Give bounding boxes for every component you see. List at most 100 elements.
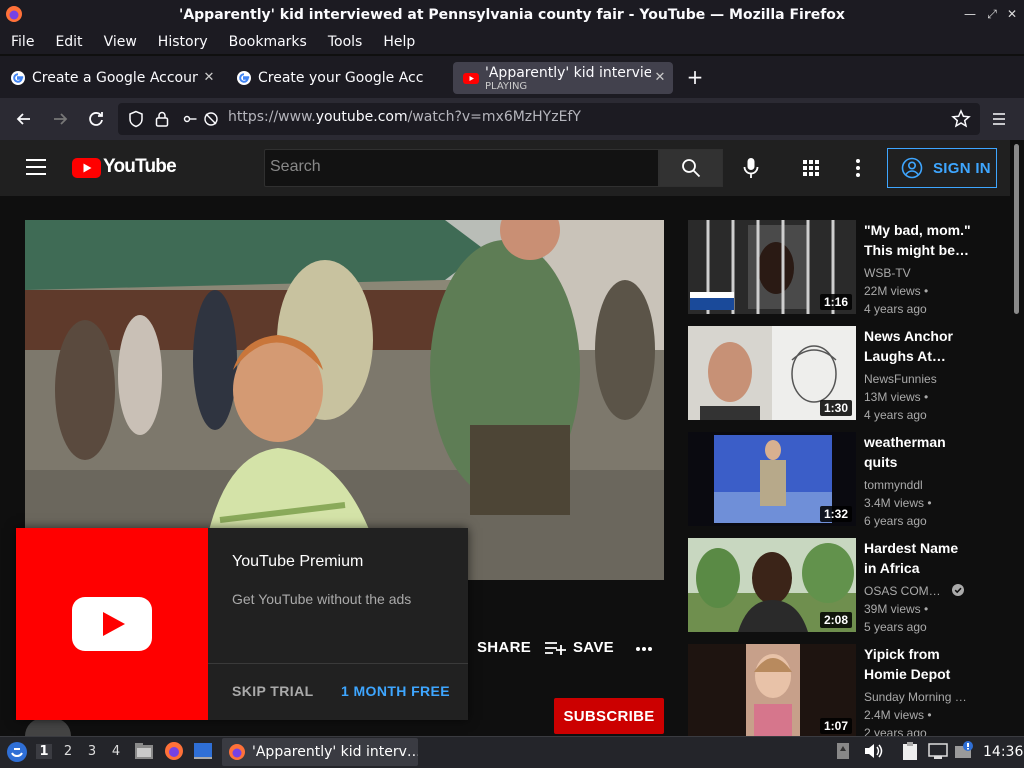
url-prefix: https://www. [228, 109, 316, 125]
close-tab-icon[interactable]: ✕ [653, 70, 667, 85]
video-duration: 1:16 [819, 294, 852, 310]
verified-badge-icon [952, 584, 965, 596]
google-icon [11, 71, 25, 85]
youtube-logo-text[interactable]: YouTube [103, 156, 177, 178]
tab-google-account[interactable]: Create a Google Account ✕ [0, 62, 222, 94]
tab-label: Create your Google Account [258, 70, 424, 86]
menu-tools[interactable]: Tools [323, 34, 373, 50]
tray-scroll-icon[interactable] [836, 742, 850, 760]
video-title[interactable]: weatherman quits [864, 432, 974, 472]
promo-title: YouTube Premium [232, 553, 364, 570]
desktop-icon[interactable] [193, 742, 213, 760]
file-manager-icon[interactable] [134, 741, 154, 761]
tab-google-account-2[interactable]: Create your Google Account ✕ [226, 62, 448, 94]
video-duration: 1:07 [819, 718, 852, 734]
more-vertical-icon[interactable] [848, 158, 868, 178]
menu-history[interactable]: History [153, 34, 218, 50]
back-icon[interactable] [13, 108, 35, 130]
save-button[interactable]: SAVE [573, 639, 614, 656]
voice-search-button[interactable] [733, 150, 769, 186]
reload-icon[interactable] [85, 108, 107, 130]
channel-name[interactable]: WSB-TV [864, 266, 911, 280]
shield-icon[interactable] [127, 110, 145, 128]
clock: 14:36 [983, 744, 1024, 760]
volume-icon[interactable] [863, 742, 883, 760]
search-icon [682, 159, 701, 178]
upload-age: 4 years ago [864, 408, 927, 422]
youtube-play-icon [72, 597, 152, 651]
upload-age: 5 years ago [864, 620, 927, 634]
month-free-button[interactable]: 1 MONTH FREE [341, 683, 450, 699]
firefox-icon [229, 744, 245, 760]
channel-name[interactable]: NewsFunnies [864, 372, 937, 386]
bookmark-star-icon[interactable] [951, 109, 971, 129]
scrollbar-thumb[interactable] [1014, 144, 1019, 314]
video-thumbnail[interactable]: 1:32 [688, 432, 856, 526]
youtube-logo-icon[interactable] [72, 158, 101, 178]
minimize-icon[interactable]: — [962, 6, 978, 22]
search-input[interactable] [264, 149, 659, 187]
video-duration: 1:30 [819, 400, 852, 416]
share-button[interactable]: SHARE [477, 639, 531, 656]
close-tab-icon[interactable]: ✕ [202, 70, 216, 85]
workspace-1[interactable]: 1 [36, 744, 52, 759]
more-horizontal-icon[interactable] [635, 645, 653, 653]
video-thumbnail[interactable]: 1:07 [688, 644, 856, 736]
video-thumbnail[interactable]: 1:30 [688, 326, 856, 420]
search-button[interactable] [659, 149, 723, 187]
tab-youtube-active[interactable]: 'Apparently' kid interviewed PLAYING ✕ [453, 62, 673, 94]
start-menu-icon[interactable] [6, 741, 28, 763]
video-title[interactable]: "My bad, mom." This might be… [864, 220, 974, 260]
sign-in-label: SIGN IN [933, 159, 991, 177]
recommendation-item[interactable]: 1:32 weatherman quits tommynddl 3.4M vie… [688, 432, 988, 528]
menu-edit[interactable]: Edit [50, 34, 92, 50]
video-frame-image [25, 220, 664, 580]
forward-icon[interactable] [49, 108, 71, 130]
close-window-icon[interactable]: ✕ [1004, 6, 1020, 22]
recommendation-item[interactable]: 1:16 "My bad, mom." This might be… WSB-T… [688, 220, 988, 316]
lock-icon[interactable] [154, 110, 170, 128]
menu-bookmarks[interactable]: Bookmarks [224, 34, 317, 50]
skip-trial-button[interactable]: SKIP TRIAL [232, 683, 314, 699]
menu-help[interactable]: Help [378, 34, 425, 50]
app-menu-icon[interactable] [991, 111, 1007, 127]
recommendation-item[interactable]: 1:07 Yipick from Homie Depot Sunday Morn… [688, 644, 988, 736]
view-count: 22M views • [864, 284, 929, 298]
video-player[interactable] [25, 220, 664, 580]
sign-in-button[interactable]: SIGN IN [887, 148, 997, 188]
recommendation-item[interactable]: 1:30 News Anchor Laughs At… NewsFunnies … [688, 326, 988, 422]
menu-file[interactable]: File [6, 34, 44, 50]
workspace-3[interactable]: 3 [84, 744, 100, 759]
channel-name[interactable]: OSAS COM… [864, 584, 965, 598]
taskbar-window-firefox[interactable]: 'Apparently' kid interv… [222, 738, 418, 766]
video-thumbnail[interactable]: 2:08 [688, 538, 856, 632]
workspace-4[interactable]: 4 [108, 744, 124, 759]
apps-grid-icon[interactable] [801, 158, 821, 178]
channel-name[interactable]: tommynddl [864, 478, 923, 492]
upload-age: 4 years ago [864, 302, 927, 316]
recommendation-item[interactable]: 2:08 Hardest Name in Africa OSAS COM… 39… [688, 538, 988, 634]
url-text[interactable]: https://www.youtube.com/watch?v=mx6MzHYz… [228, 109, 581, 125]
video-thumbnail[interactable]: 1:16 [688, 220, 856, 314]
new-tab-button[interactable]: + [684, 66, 706, 88]
menu-view[interactable]: View [99, 34, 147, 50]
video-title[interactable]: Hardest Name in Africa [864, 538, 974, 578]
channel-name[interactable]: Sunday Morning … [864, 690, 967, 704]
firefox-launcher-icon[interactable] [164, 741, 184, 761]
tracking-permissions-icon[interactable] [183, 111, 221, 127]
channel-avatar[interactable] [25, 718, 71, 736]
view-count: 2.4M views • [864, 708, 932, 722]
playlist-add-icon[interactable] [545, 640, 567, 656]
taskbar-window-label: 'Apparently' kid interv… [252, 744, 418, 760]
network-icon[interactable] [928, 742, 948, 760]
updates-icon[interactable] [954, 741, 974, 761]
guide-menu-icon[interactable] [26, 159, 46, 175]
clipboard-icon[interactable] [900, 741, 920, 761]
workspace-2[interactable]: 2 [60, 744, 76, 759]
premium-promo-image [16, 528, 208, 720]
video-title[interactable]: Yipick from Homie Depot [864, 644, 974, 684]
video-title[interactable]: News Anchor Laughs At… [864, 326, 974, 366]
view-count: 39M views • [864, 602, 929, 616]
maximize-icon[interactable]: ⤢ [984, 6, 1000, 22]
subscribe-button[interactable]: SUBSCRIBE [554, 698, 664, 734]
